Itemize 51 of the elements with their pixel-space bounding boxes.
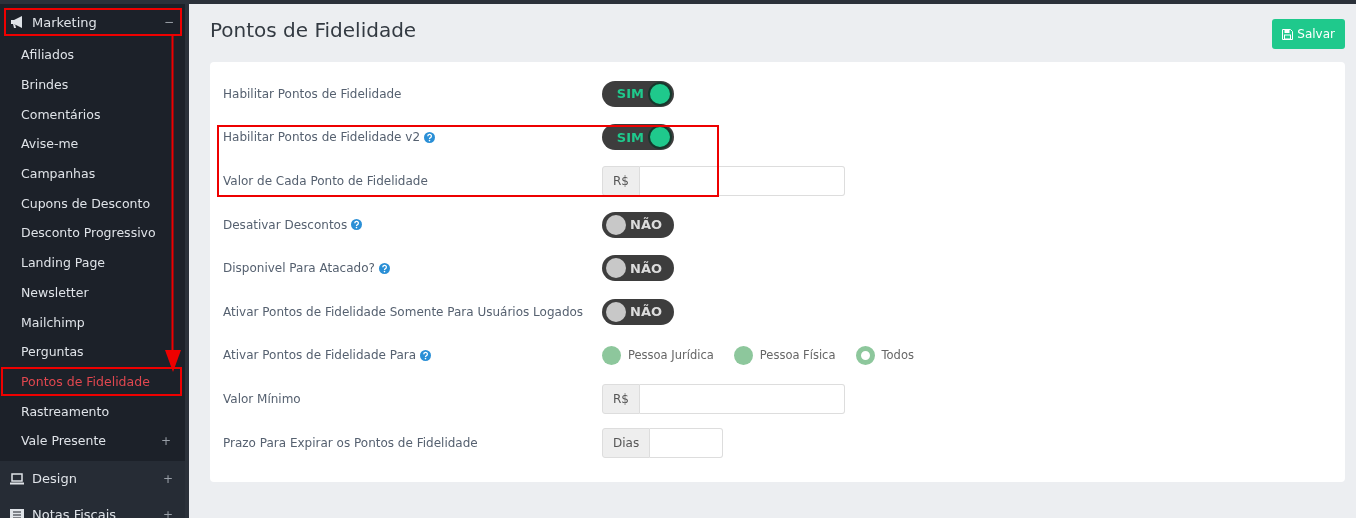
help-icon[interactable]: [424, 131, 436, 143]
menu-item[interactable]: Newsletter: [1, 277, 182, 308]
toggle-switch[interactable]: SIM: [602, 124, 674, 151]
field-label: Valor Mínimo: [223, 391, 301, 406]
help-icon[interactable]: [420, 349, 432, 361]
field-label: Prazo Para Expirar os Pontos de Fidelidade: [223, 435, 478, 450]
input-addon: R$: [602, 166, 640, 196]
toggle-switch[interactable]: SIM: [602, 80, 674, 107]
help-icon[interactable]: [351, 219, 363, 231]
expand-icon: +: [160, 433, 171, 448]
field-label: Ativar Pontos de Fidelidade Para: [223, 348, 417, 363]
menu-item[interactable]: Perguntas: [1, 336, 182, 367]
menu-item[interactable]: Vale Presente +: [1, 425, 182, 456]
toggle-switch[interactable]: NÃO: [602, 255, 674, 282]
radio-option[interactable]: Todos: [855, 345, 914, 365]
input-field[interactable]: [640, 166, 845, 196]
radio-option[interactable]: Pessoa Jurídica: [602, 345, 714, 365]
menu-item[interactable]: Campanhas: [1, 158, 182, 189]
menu-item[interactable]: Cupons de Desconto: [1, 188, 182, 219]
field-label: Habilitar Pontos de Fidelidade: [223, 86, 402, 101]
input-field[interactable]: [650, 427, 723, 458]
menu-item[interactable]: Afiliados: [1, 40, 182, 70]
menu-item[interactable]: Rastreamento: [1, 396, 182, 426]
toggle-switch[interactable]: NÃO: [602, 211, 674, 238]
field-label: Valor de Cada Ponto de Fidelidade: [223, 174, 428, 188]
toggle-switch[interactable]: NÃO: [602, 298, 674, 325]
menu-section[interactable]: Marketing −: [4, 8, 182, 36]
field-label: Desativar Descontos: [223, 217, 348, 232]
laptop-icon: [10, 472, 24, 485]
menu-item[interactable]: Landing Page: [1, 247, 182, 278]
list-icon: [10, 508, 24, 518]
menu-section[interactable]: Design +: [0, 460, 185, 497]
menu-item[interactable]: Comentários: [1, 99, 182, 130]
input-addon: Dias: [602, 427, 651, 458]
menu-item[interactable]: Pontos de Fidelidade: [1, 366, 182, 397]
expand-icon: +: [162, 471, 173, 486]
menu-item[interactable]: Brindes: [1, 69, 182, 100]
expand-icon: +: [162, 507, 173, 518]
field-label: Habilitar Pontos de Fidelidade v2: [223, 130, 421, 145]
input-addon: R$: [602, 383, 640, 414]
collapse-icon: −: [163, 15, 174, 29]
menu-item[interactable]: Mailchimp: [1, 307, 182, 337]
field-label: Disponivel Para Atacado?: [223, 261, 375, 276]
menu-item[interactable]: Avise-me: [1, 129, 182, 159]
menu-item[interactable]: Desconto Progressivo: [1, 218, 182, 248]
field-label: Ativar Pontos de Fidelidade Somente Para Usuários Logados: [223, 304, 584, 319]
help-icon[interactable]: [378, 262, 390, 274]
megaphone-icon: [10, 16, 24, 28]
page-title: Pontos de Fidelidade: [210, 18, 417, 42]
input-field[interactable]: [640, 383, 845, 414]
radio-option[interactable]: Pessoa Física: [733, 345, 836, 365]
